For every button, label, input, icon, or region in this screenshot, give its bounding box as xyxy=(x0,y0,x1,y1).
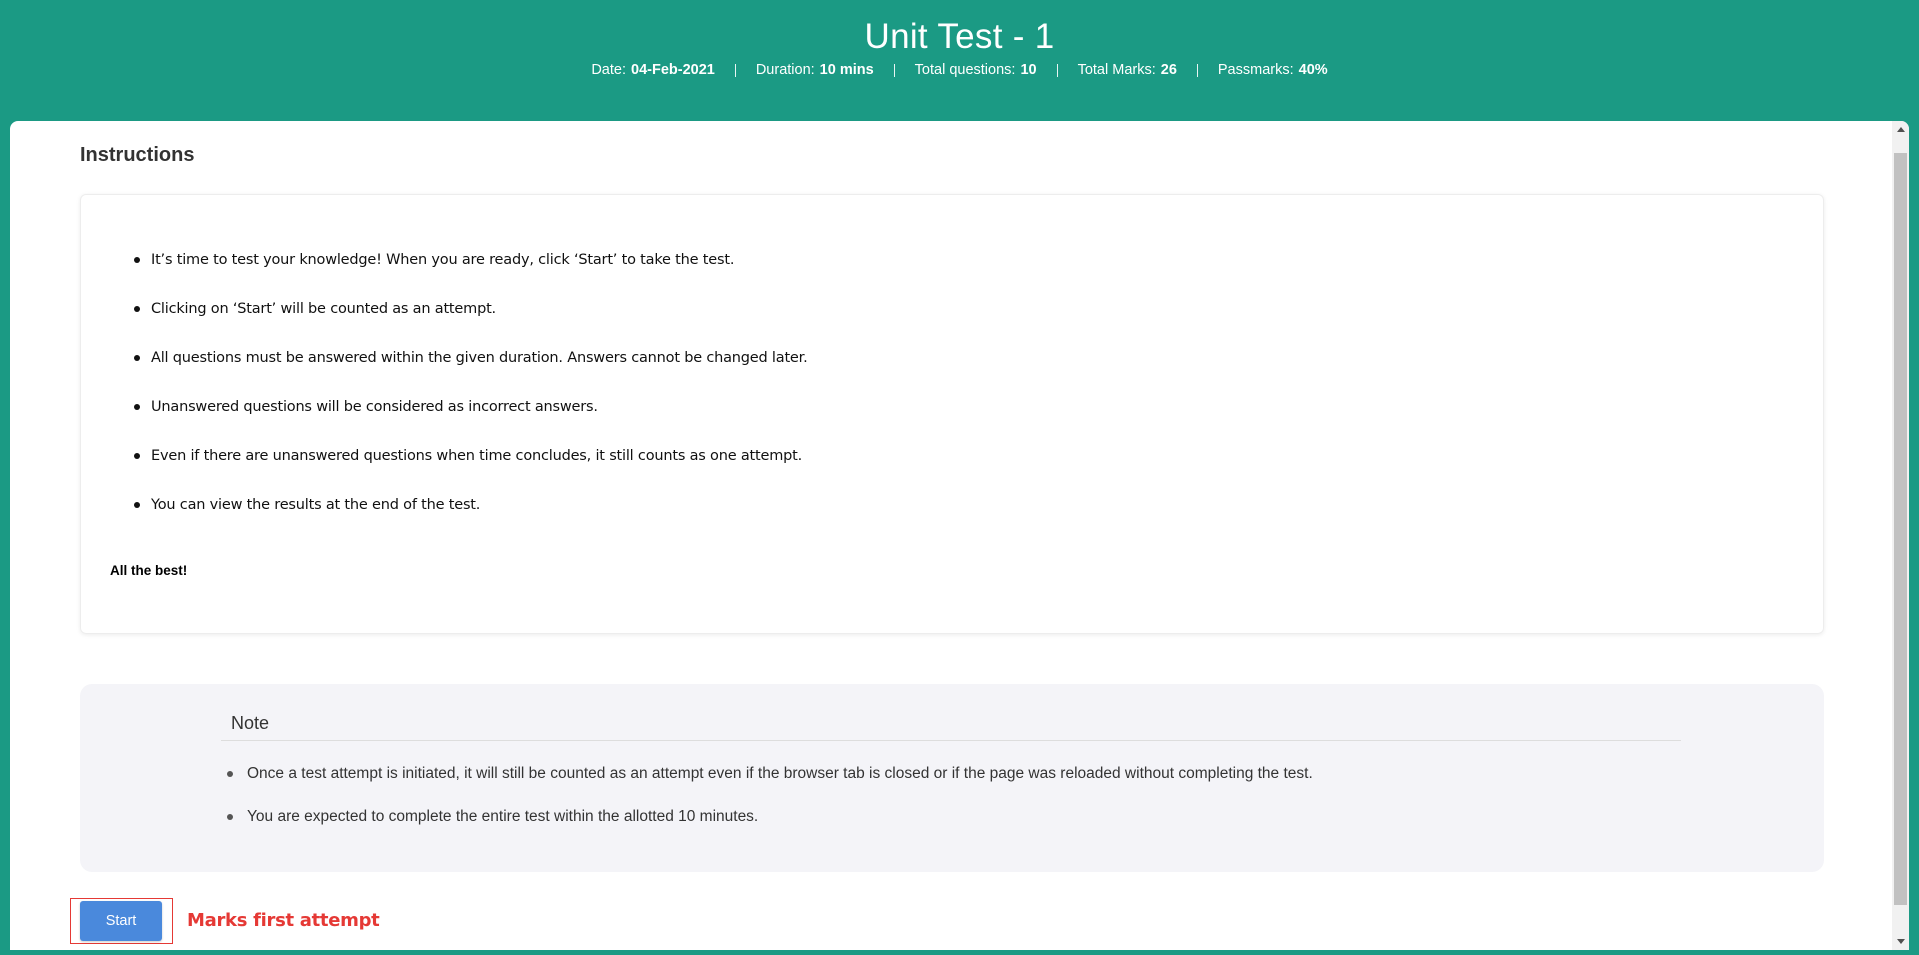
bullet-icon xyxy=(134,502,140,508)
test-meta-bar: Date: 04-Feb-2021 Duration: 10 mins Tota… xyxy=(0,60,1919,80)
meta-total-questions-value: 10 xyxy=(1020,62,1037,78)
meta-passmarks-label: Passmarks: xyxy=(1217,62,1294,78)
instruction-text: It’s time to test your knowledge! When y… xyxy=(151,252,735,268)
bullet-icon xyxy=(134,306,140,312)
scroll-down-arrow-icon[interactable] xyxy=(1892,933,1909,950)
meta-duration: Duration: 10 mins xyxy=(756,60,874,80)
note-item: Once a test attempt is initiated, it wil… xyxy=(227,764,1313,807)
note-text: You are expected to complete the entire … xyxy=(247,808,759,825)
meta-divider xyxy=(1196,63,1198,77)
meta-total-marks-label: Total Marks: xyxy=(1077,62,1156,78)
note-box: Note Once a test attempt is initiated, i… xyxy=(80,684,1824,872)
scrollbar-thumb[interactable] xyxy=(1894,153,1907,905)
instruction-item: Unanswered questions will be considered … xyxy=(134,397,807,446)
instruction-text: Clicking on ‘Start’ will be counted as a… xyxy=(151,301,496,317)
instruction-item: It’s time to test your knowledge! When y… xyxy=(134,250,807,299)
instructions-card: It’s time to test your knowledge! When y… xyxy=(80,194,1824,634)
instruction-item: Clicking on ‘Start’ will be counted as a… xyxy=(134,299,807,348)
instruction-text: You can view the results at the end of t… xyxy=(151,497,481,513)
bullet-icon xyxy=(134,404,140,410)
meta-total-questions-label: Total questions: xyxy=(914,62,1016,78)
bullet-icon xyxy=(227,771,233,777)
instructions-heading: Instructions xyxy=(80,144,195,166)
instruction-item: Even if there are unanswered questions w… xyxy=(134,446,807,495)
meta-duration-label: Duration: xyxy=(755,62,815,78)
meta-total-marks: Total Marks: 26 xyxy=(1078,60,1177,80)
start-annotation: Marks first attempt xyxy=(187,910,380,931)
start-button[interactable]: Start xyxy=(80,901,162,941)
meta-divider xyxy=(1056,63,1058,77)
instruction-text: Unanswered questions will be considered … xyxy=(151,399,598,415)
note-item: You are expected to complete the entire … xyxy=(227,807,1313,850)
instruction-item: All questions must be answered within th… xyxy=(134,348,808,397)
bullet-icon xyxy=(134,453,140,459)
meta-date-value: 04-Feb-2021 xyxy=(631,62,715,78)
instruction-item: You can view the results at the end of t… xyxy=(134,495,807,544)
bullet-icon xyxy=(134,355,140,361)
instructions-list: It’s time to test your knowledge! When y… xyxy=(134,250,808,544)
meta-total-questions: Total questions: 10 xyxy=(915,60,1037,80)
meta-duration-value: 10 mins xyxy=(819,62,874,78)
bullet-icon xyxy=(227,814,233,820)
content-panel: Instructions It’s time to test your know… xyxy=(10,121,1909,950)
meta-passmarks-value: 40% xyxy=(1298,62,1328,78)
meta-passmarks: Passmarks: 40% xyxy=(1218,60,1328,80)
bullet-icon xyxy=(134,257,140,263)
instruction-text: All questions must be answered within th… xyxy=(151,350,808,366)
test-header: Unit Test - 1 Date: 04-Feb-2021 Duration… xyxy=(0,0,1919,121)
meta-date: Date: 04-Feb-2021 xyxy=(591,60,715,80)
test-title: Unit Test - 1 xyxy=(864,17,1055,56)
meta-divider xyxy=(734,63,736,77)
closing-message: All the best! xyxy=(110,563,188,578)
meta-total-marks-value: 26 xyxy=(1160,62,1177,78)
vertical-scrollbar[interactable] xyxy=(1892,121,1909,950)
note-list: Once a test attempt is initiated, it wil… xyxy=(227,764,1313,850)
note-divider xyxy=(221,740,1681,741)
instruction-text: Even if there are unanswered questions w… xyxy=(151,448,803,464)
scroll-up-arrow-icon[interactable] xyxy=(1892,121,1909,138)
meta-date-label: Date: xyxy=(591,62,626,78)
note-title: Note xyxy=(231,713,270,733)
note-text: Once a test attempt is initiated, it wil… xyxy=(247,765,1313,782)
meta-divider xyxy=(893,63,895,77)
